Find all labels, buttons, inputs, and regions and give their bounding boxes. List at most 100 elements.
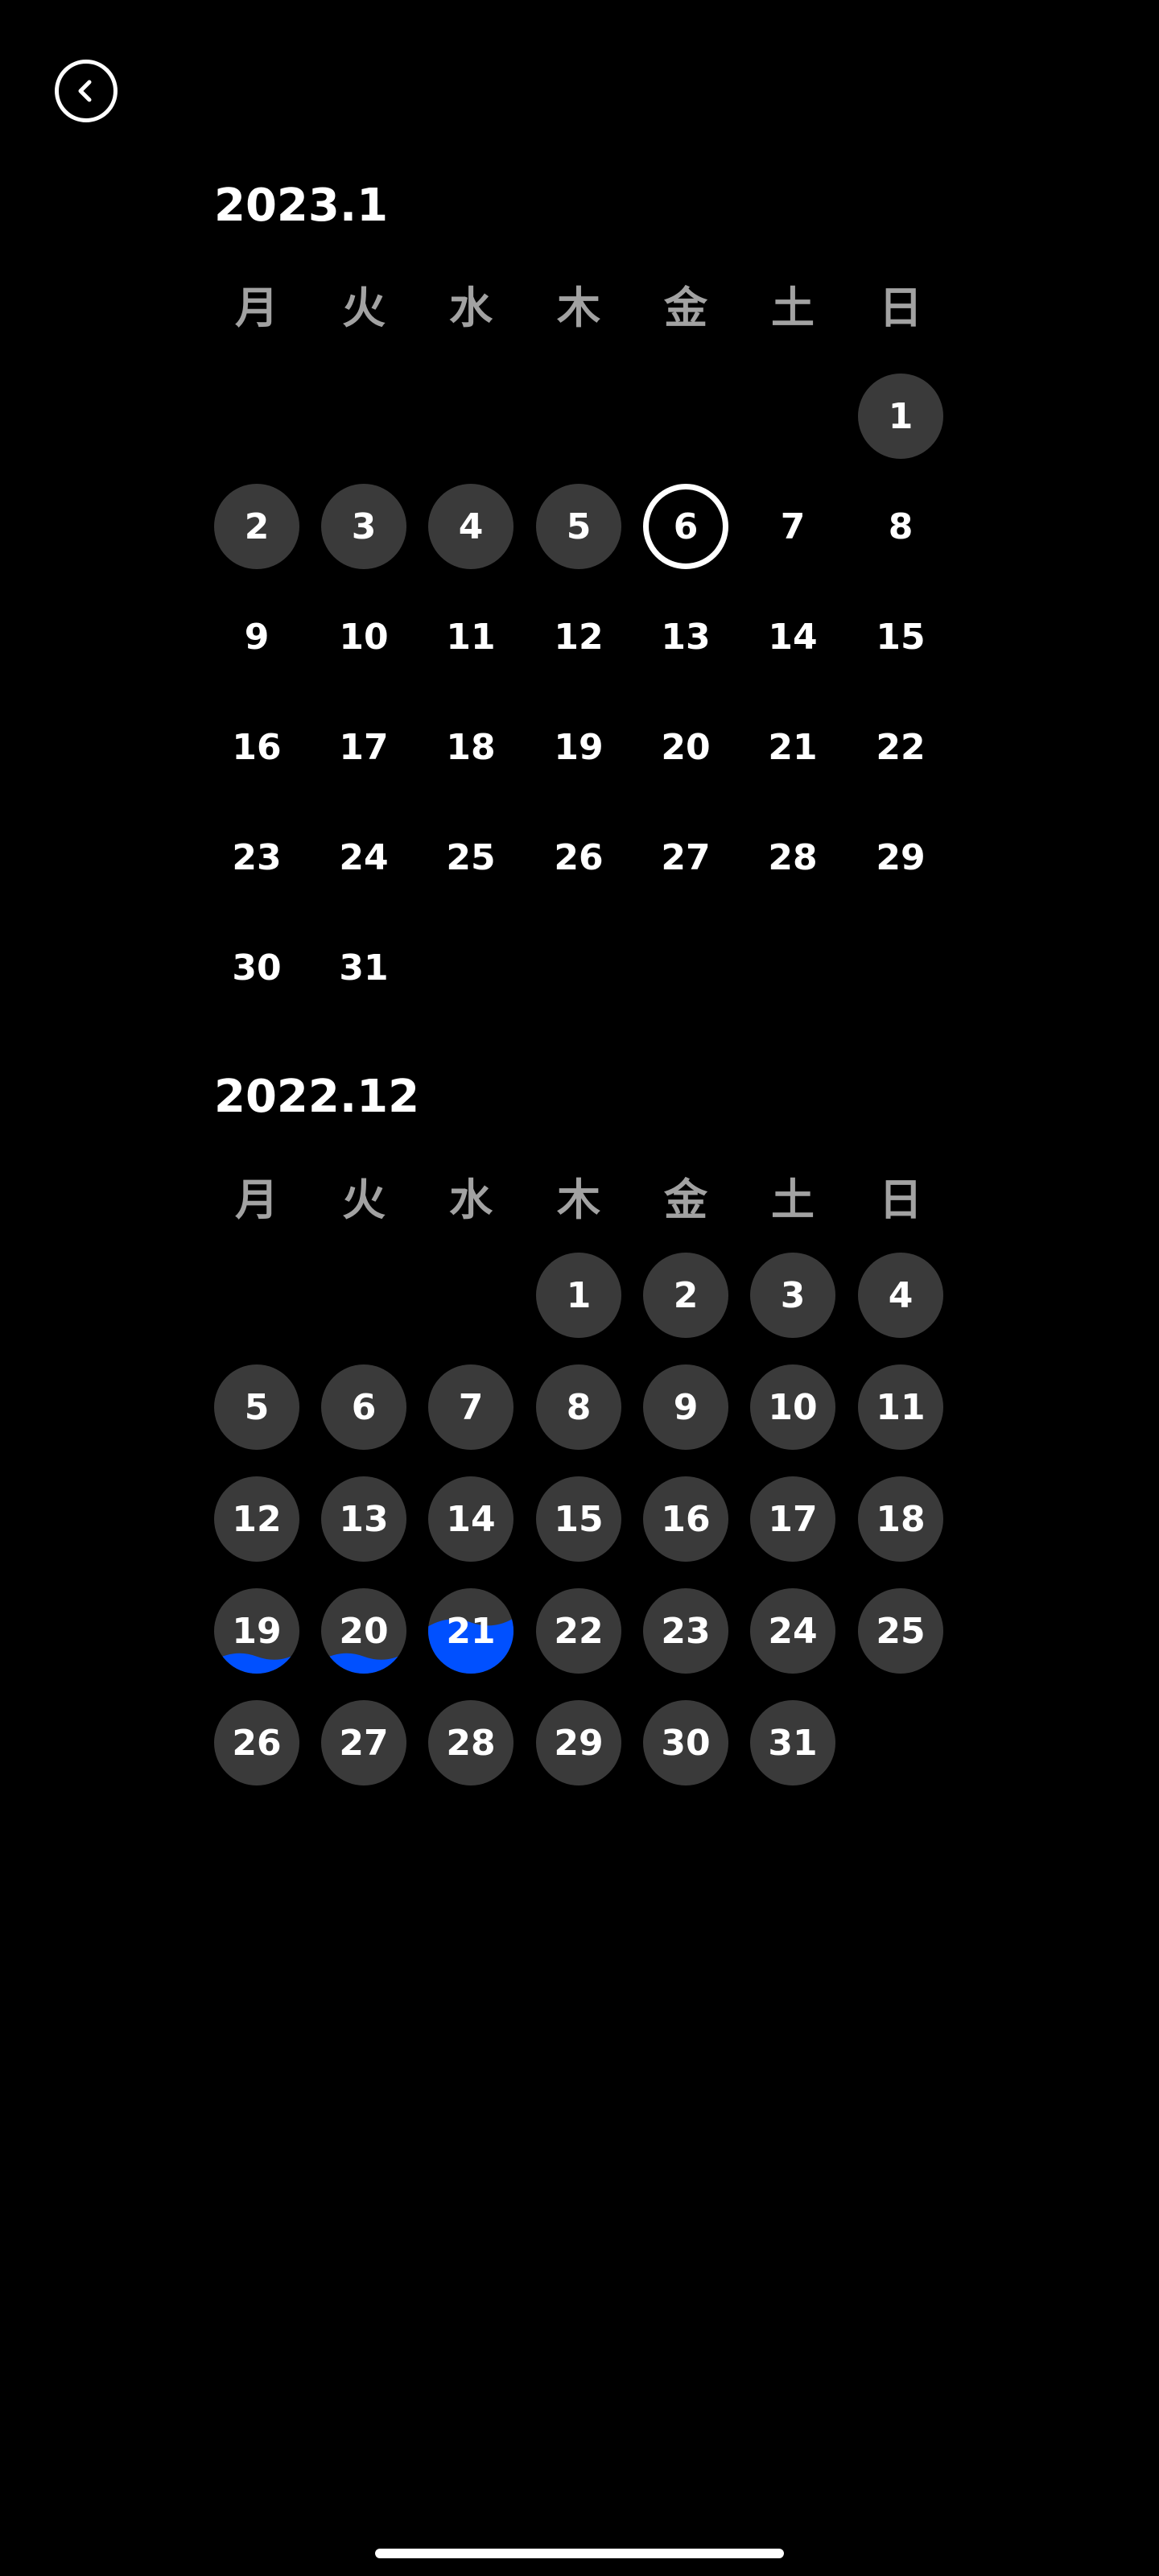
day-cell[interactable]: 15 [536, 1476, 621, 1562]
day-cell[interactable]: 10 [321, 594, 406, 679]
day-cell[interactable]: 2 [214, 484, 299, 569]
month-title: 2023.1 [214, 180, 389, 232]
day-cell[interactable]: 24 [321, 815, 406, 900]
day-cell[interactable]: 26 [536, 815, 621, 900]
day-cell[interactable]: 12 [536, 594, 621, 679]
day-cell[interactable]: 30 [643, 1700, 728, 1785]
day-number: 20 [339, 1610, 389, 1652]
day-number: 15 [554, 1498, 604, 1540]
day-cell[interactable]: 31 [750, 1700, 835, 1785]
day-number: 18 [446, 726, 496, 768]
day-number: 10 [339, 616, 389, 658]
day-number: 27 [661, 836, 711, 878]
day-cell[interactable]: 10 [750, 1364, 835, 1450]
day-cell[interactable]: 22 [536, 1588, 621, 1674]
day-cell[interactable]: 31 [321, 925, 406, 1010]
day-cell[interactable]: 17 [321, 704, 406, 790]
day-number: 30 [232, 947, 282, 989]
day-cell[interactable]: 13 [643, 594, 728, 679]
day-cell[interactable]: 16 [214, 704, 299, 790]
day-cell[interactable]: 30 [214, 925, 299, 1010]
day-cell[interactable]: 5 [536, 484, 621, 569]
day-number: 4 [888, 1274, 914, 1316]
day-number: 24 [339, 836, 389, 878]
day-cell[interactable]: 16 [643, 1476, 728, 1562]
day-cell[interactable]: 1 [536, 1253, 621, 1338]
day-cell[interactable]: 22 [858, 704, 943, 790]
day-cell[interactable]: 18 [858, 1476, 943, 1562]
weekday-label: 金 [664, 283, 707, 333]
day-cell[interactable]: 4 [858, 1253, 943, 1338]
day-cell[interactable]: 5 [214, 1364, 299, 1450]
day-cell-today[interactable]: 6 [643, 484, 728, 569]
day-number: 27 [339, 1722, 389, 1764]
day-cell[interactable]: 8 [858, 484, 943, 569]
day-cell[interactable]: 11 [428, 594, 514, 679]
day-number: 9 [673, 1386, 699, 1428]
day-number: 30 [661, 1722, 711, 1764]
day-cell[interactable]: 19 [214, 1588, 299, 1674]
day-number: 10 [768, 1386, 818, 1428]
day-cell[interactable]: 17 [750, 1476, 835, 1562]
day-number: 11 [446, 616, 496, 658]
day-cell[interactable]: 3 [321, 484, 406, 569]
day-cell[interactable]: 4 [428, 484, 514, 569]
day-number: 13 [661, 616, 711, 658]
day-number: 13 [339, 1498, 389, 1540]
back-button[interactable] [55, 60, 118, 122]
day-cell[interactable]: 27 [643, 815, 728, 900]
day-cell[interactable]: 28 [750, 815, 835, 900]
day-number: 23 [232, 836, 282, 878]
day-number: 7 [780, 506, 806, 547]
day-cell[interactable]: 23 [643, 1588, 728, 1674]
day-cell[interactable]: 9 [214, 594, 299, 679]
day-cell[interactable]: 20 [321, 1588, 406, 1674]
day-cell[interactable]: 23 [214, 815, 299, 900]
weekday-label: 日 [879, 283, 922, 333]
day-cell[interactable]: 1 [858, 374, 943, 459]
day-number: 22 [876, 726, 926, 768]
day-cell[interactable]: 7 [428, 1364, 514, 1450]
day-cell[interactable]: 14 [428, 1476, 514, 1562]
day-cell[interactable]: 24 [750, 1588, 835, 1674]
day-cell[interactable]: 15 [858, 594, 943, 679]
day-cell[interactable]: 7 [750, 484, 835, 569]
weekday-label: 日 [879, 1174, 922, 1225]
day-number: 15 [876, 616, 926, 658]
day-number: 24 [768, 1610, 818, 1652]
day-cell[interactable]: 25 [858, 1588, 943, 1674]
day-cell[interactable]: 3 [750, 1253, 835, 1338]
day-number: 29 [876, 836, 926, 878]
day-number: 9 [244, 616, 270, 658]
day-cell[interactable]: 12 [214, 1476, 299, 1562]
day-cell[interactable]: 9 [643, 1364, 728, 1450]
day-cell[interactable]: 8 [536, 1364, 621, 1450]
day-cell[interactable]: 21 [428, 1588, 514, 1674]
day-cell[interactable]: 26 [214, 1700, 299, 1785]
day-cell[interactable]: 19 [536, 704, 621, 790]
day-number: 7 [458, 1386, 484, 1428]
day-cell[interactable]: 21 [750, 704, 835, 790]
day-number: 12 [232, 1498, 282, 1540]
day-number: 8 [888, 506, 914, 547]
weekday-label: 水 [449, 283, 493, 333]
day-cell[interactable]: 2 [643, 1253, 728, 1338]
day-number: 3 [780, 1274, 806, 1316]
day-cell[interactable]: 14 [750, 594, 835, 679]
day-cell[interactable]: 13 [321, 1476, 406, 1562]
day-number: 17 [768, 1498, 818, 1540]
day-cell[interactable]: 29 [536, 1700, 621, 1785]
day-number: 18 [876, 1498, 926, 1540]
day-cell[interactable]: 11 [858, 1364, 943, 1450]
day-number: 26 [554, 836, 604, 878]
day-cell[interactable]: 25 [428, 815, 514, 900]
day-cell[interactable]: 29 [858, 815, 943, 900]
day-number: 22 [554, 1610, 604, 1652]
day-number: 31 [768, 1722, 818, 1764]
day-cell[interactable]: 20 [643, 704, 728, 790]
day-number: 6 [351, 1386, 377, 1428]
day-cell[interactable]: 18 [428, 704, 514, 790]
day-cell[interactable]: 27 [321, 1700, 406, 1785]
day-cell[interactable]: 28 [428, 1700, 514, 1785]
day-cell[interactable]: 6 [321, 1364, 406, 1450]
